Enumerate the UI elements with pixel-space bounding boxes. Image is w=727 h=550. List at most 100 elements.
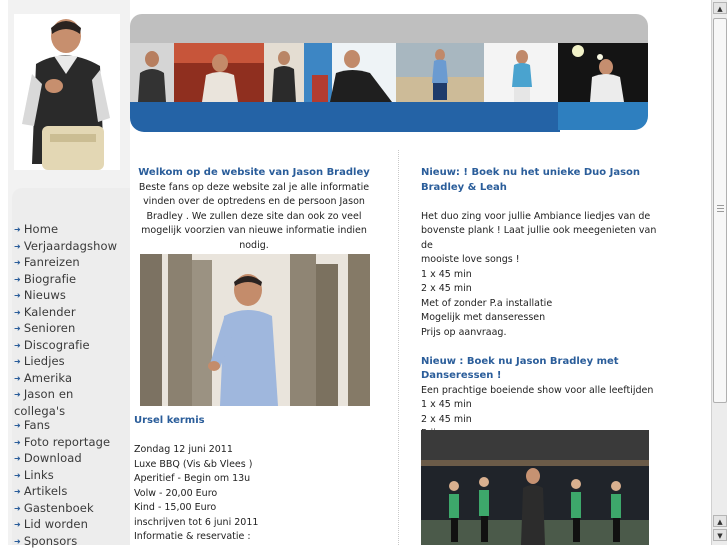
sidebar-item-label[interactable]: Kalender <box>24 305 76 319</box>
arrow-right-icon: ➜ <box>14 357 21 366</box>
sidebar-item[interactable]: ➜Download <box>14 451 128 468</box>
news1-title: Nieuw: ! Boek nu het unieke Duo Jason Br… <box>421 166 659 195</box>
arrow-right-icon: ➜ <box>14 275 21 284</box>
sidebar-item-label[interactable]: Jason en collega's <box>14 387 73 418</box>
event-line: Aperitief - Begin om 13u <box>134 472 374 487</box>
arrow-down-icon[interactable]: ▼ <box>713 529 727 541</box>
news1-line: Prijs op aanvraag. <box>421 326 659 341</box>
event-line: Luxe BBQ (Vis &b Vlees ) <box>134 458 374 473</box>
event-line: Zondag 12 juni 2011 <box>134 443 374 458</box>
sidebar-item[interactable]: ➜Home <box>14 222 128 239</box>
sidebar-item[interactable]: ➜Jason en collega's <box>14 387 128 418</box>
sidebar-item[interactable]: ➜Amerika <box>14 371 128 388</box>
sidebar-menu: ➜Home➜Verjaardagshow➜Fanreizen➜Biografie… <box>14 222 128 550</box>
sidebar-item-label[interactable]: Gastenboek <box>24 501 94 515</box>
welcome-line: Bradley . We zullen deze site dan ook zo… <box>134 210 374 225</box>
arrow-right-icon: ➜ <box>14 454 21 463</box>
sidebar-item-label[interactable]: Artikels <box>24 484 68 498</box>
banner-photo-strip <box>130 43 648 102</box>
artist-portrait-image <box>14 14 120 170</box>
event-title: Ursel kermis <box>134 414 374 429</box>
sidebar-item-label[interactable]: Home <box>24 222 58 236</box>
event-line: Kind - 15,00 Euro <box>134 501 374 516</box>
sidebar-item-label[interactable]: Foto reportage <box>24 435 110 449</box>
sidebar-item-label[interactable]: Sponsors <box>24 534 77 548</box>
sidebar-item[interactable]: ➜Links <box>14 468 128 485</box>
event-line: inschrijven tot 6 juni 2011 <box>134 516 374 531</box>
sidebar-item-label[interactable]: Links <box>24 468 54 482</box>
vertical-scrollbar[interactable]: ▲ ▲ ▼ <box>711 0 727 545</box>
sidebar-item[interactable]: ➜Lid worden <box>14 517 128 534</box>
news1-line: 2 x 45 min <box>421 282 659 297</box>
arrow-right-icon: ➜ <box>14 341 21 350</box>
arrow-right-icon: ➜ <box>14 438 21 447</box>
news1-line: bovenste plank ! Laat jullie ook meegeni… <box>421 224 659 253</box>
sidebar-item-label[interactable]: Amerika <box>24 371 72 385</box>
arrow-right-icon: ➜ <box>14 487 21 496</box>
sidebar-item[interactable]: ➜Senioren <box>14 321 128 338</box>
arrow-right-icon: ➜ <box>14 537 21 546</box>
banner-blue-bar-right <box>558 102 648 130</box>
column-divider <box>398 150 399 545</box>
arrow-up-icon[interactable]: ▲ <box>713 2 727 14</box>
right-content-column: Nieuw: ! Boek nu het unieke Duo Jason Br… <box>421 166 659 442</box>
sidebar-item-label[interactable]: Lid worden <box>24 517 88 531</box>
sidebar-item-label[interactable]: Liedjes <box>24 354 65 368</box>
news1-text: Het duo zing voor jullie Ambiance liedje… <box>421 210 659 341</box>
arrow-right-icon: ➜ <box>14 242 21 251</box>
sidebar-item[interactable]: ➜Verjaardagshow <box>14 239 128 256</box>
news2-line: 2 x 45 min <box>421 413 659 428</box>
arrow-right-icon: ➜ <box>14 374 21 383</box>
arrow-right-icon: ➜ <box>14 520 21 529</box>
arrow-right-icon: ➜ <box>14 421 21 430</box>
scrollbar-thumb[interactable] <box>713 18 727 403</box>
news1-line: Het duo zing voor jullie Ambiance liedje… <box>421 210 659 225</box>
welcome-title: Welkom op de website van Jason Bradley <box>134 166 374 181</box>
sidebar-item-label[interactable]: Senioren <box>24 321 76 335</box>
sidebar-item-label[interactable]: Biografie <box>24 272 76 286</box>
arrow-right-icon: ➜ <box>14 225 21 234</box>
arrow-right-icon: ➜ <box>14 291 21 300</box>
banner-blue-bar <box>130 102 560 132</box>
welcome-line: mogelijk voorzien van nieuwe informatie … <box>134 224 374 253</box>
arrow-right-icon: ➜ <box>14 390 21 399</box>
sidebar-item[interactable]: ➜Gastenboek <box>14 501 128 518</box>
sidebar-item[interactable]: ➜Fans <box>14 418 128 435</box>
sidebar-item[interactable]: ➜Fanreizen <box>14 255 128 272</box>
sidebar-item-label[interactable]: Download <box>24 451 82 465</box>
arrow-right-icon: ➜ <box>14 471 21 480</box>
banner-top-bar <box>130 14 648 44</box>
news2-line: 1 x 45 min <box>421 398 659 413</box>
sidebar-item[interactable]: ➜Biografie <box>14 272 128 289</box>
news1-line: Mogelijk met danseressen <box>421 311 659 326</box>
arrow-up-icon-lower[interactable]: ▲ <box>713 515 727 527</box>
sidebar-item[interactable]: ➜Nieuws <box>14 288 128 305</box>
news1-line: 1 x 45 min <box>421 268 659 283</box>
welcome-line: Beste fans op deze website zal je alle i… <box>134 181 374 196</box>
artist-beach-photo <box>140 254 370 406</box>
sidebar-item-label[interactable]: Verjaardagshow <box>24 239 117 253</box>
left-content-column: Welkom op de website van Jason Bradley B… <box>134 166 374 253</box>
sidebar-item[interactable]: ➜Foto reportage <box>14 435 128 452</box>
event-block: Ursel kermis Zondag 12 juni 2011Luxe BBQ… <box>134 414 374 545</box>
sidebar-item-label[interactable]: Fanreizen <box>24 255 80 269</box>
sidebar-item-label[interactable]: Fans <box>24 418 50 432</box>
welcome-text: Beste fans op deze website zal je alle i… <box>134 181 374 254</box>
sidebar-item[interactable]: ➜Liedjes <box>14 354 128 371</box>
sidebar-item-label[interactable]: Discografie <box>24 338 90 352</box>
sidebar-item[interactable]: ➜Sponsors <box>14 534 128 550</box>
news1-line: Met of zonder P.a installatie <box>421 297 659 312</box>
sidebar-item[interactable]: ➜Discografie <box>14 338 128 355</box>
news2-line: Een prachtige boeiende show voor alle le… <box>421 384 659 399</box>
arrow-right-icon: ➜ <box>14 324 21 333</box>
event-line: Informatie & reservatie : <box>134 530 374 545</box>
news1-line: mooiste love songs ! <box>421 253 659 268</box>
arrow-right-icon: ➜ <box>14 504 21 513</box>
sidebar-item[interactable]: ➜Artikels <box>14 484 128 501</box>
sidebar-item-label[interactable]: Nieuws <box>24 288 66 302</box>
arrow-right-icon: ➜ <box>14 258 21 267</box>
banner-photos <box>130 43 648 102</box>
dancers-show-photo <box>421 430 649 545</box>
sidebar-item[interactable]: ➜Kalender <box>14 305 128 322</box>
event-line: Volw - 20,00 Euro <box>134 487 374 502</box>
